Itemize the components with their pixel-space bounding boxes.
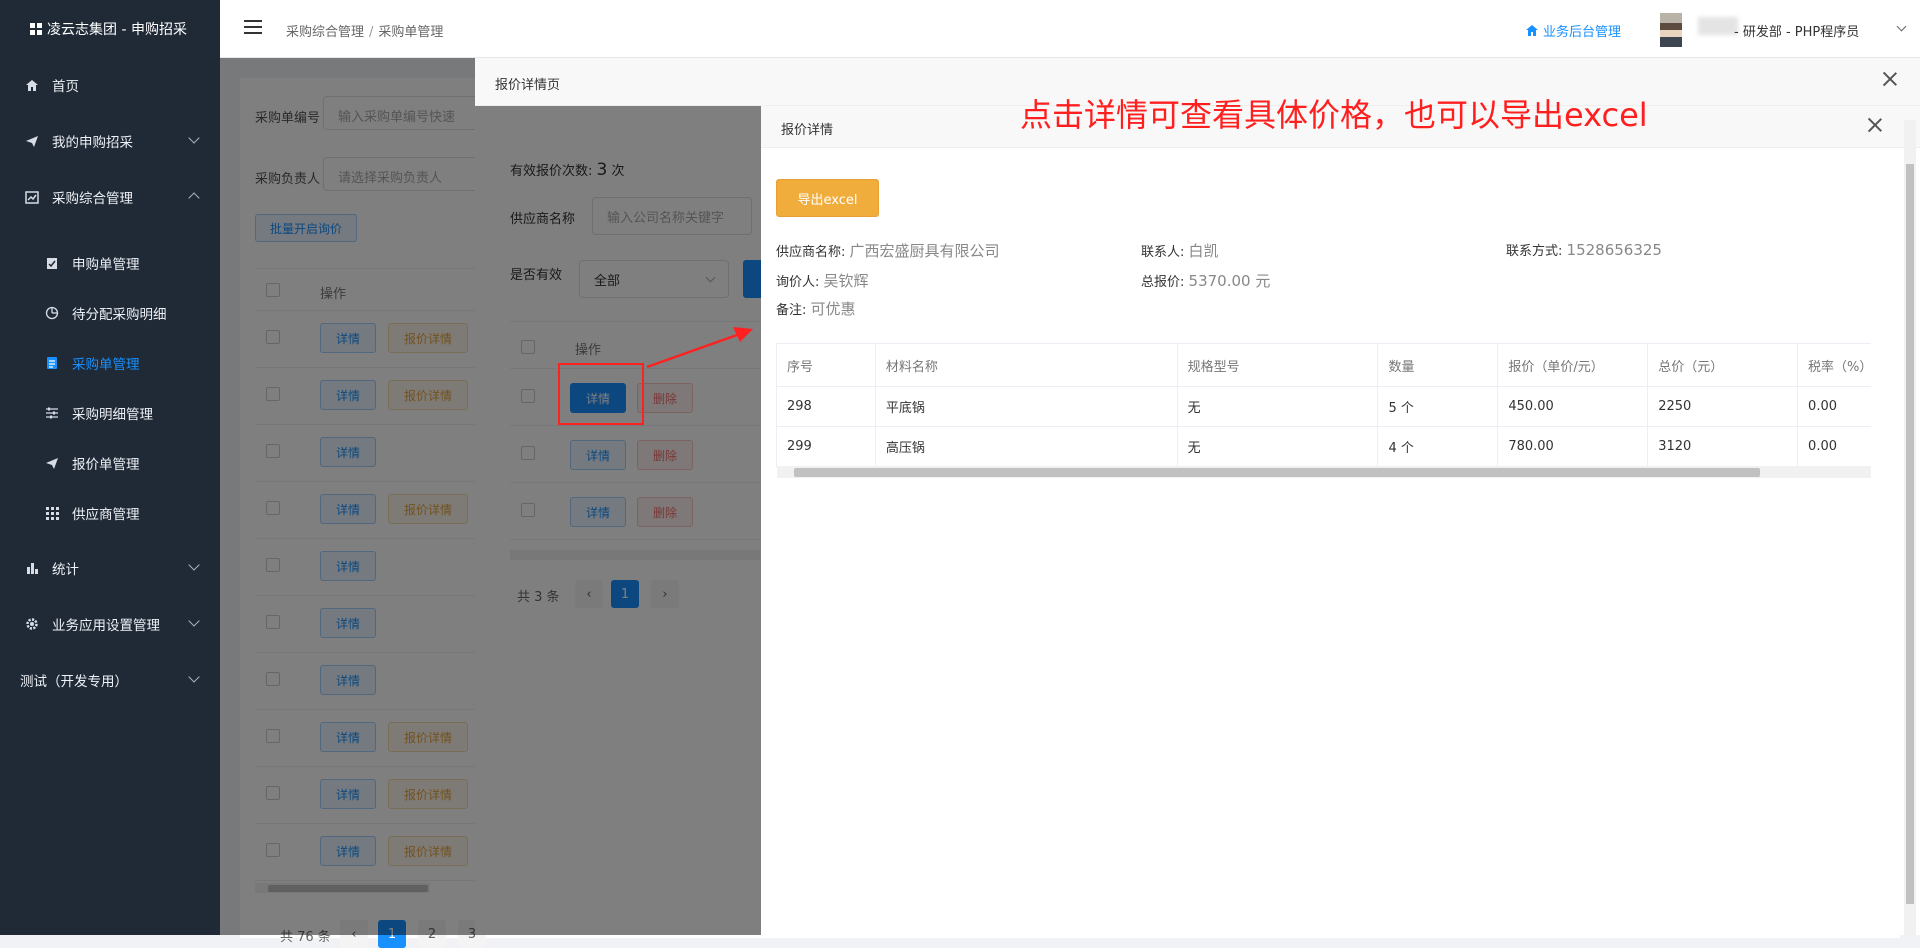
col-header: 总价（元） xyxy=(1648,344,1799,386)
sidebar-item-my-purchase[interactable]: 我的申购招采 xyxy=(0,121,220,161)
col-header: 税率（%） xyxy=(1808,359,1871,375)
vertical-scroll-thumb xyxy=(1906,164,1914,904)
grid-icon xyxy=(44,505,60,521)
chart-icon xyxy=(24,189,40,205)
breadcrumb-item: 采购单管理 xyxy=(378,25,444,40)
col-header: 报价（单价/元） xyxy=(1498,344,1649,386)
horizontal-scroll-thumb[interactable] xyxy=(794,468,1760,477)
close-icon[interactable] xyxy=(1868,118,1882,132)
breadcrumb-item[interactable]: 采购综合管理 xyxy=(286,25,364,40)
chevron-down-icon[interactable] xyxy=(1896,21,1907,32)
document-icon xyxy=(44,355,60,371)
quote-items-table: 序号 材料名称 规格型号 数量 报价（单价/元） 总价（元） 税率（%） 298… xyxy=(776,343,1871,467)
inquirer-field: 询价人: 吴钦辉 xyxy=(776,272,869,290)
total-price-field: 总报价: 5370.00 元 xyxy=(1141,272,1271,290)
home-icon xyxy=(24,77,40,93)
annotation-text: 点击详情可查看具体价格，也可以导出excel xyxy=(1020,96,1648,134)
sidebar-item-quote[interactable]: 报价单管理 xyxy=(0,443,220,483)
sidebar-item-stats[interactable]: 统计 xyxy=(0,548,220,588)
close-icon[interactable] xyxy=(1883,72,1897,86)
username-blurred xyxy=(1698,17,1738,35)
quote-detail-dialog: 报价详情 导出excel 供应商名称: 广西宏盛厨具有限公司 联系人: 白凯 联… xyxy=(761,106,1920,935)
col-header: 序号 xyxy=(777,344,876,386)
chevron-down-icon xyxy=(188,132,200,144)
supplier-name-field: 供应商名称: 广西宏盛厨具有限公司 xyxy=(776,242,1000,260)
dialog-title: 报价详情 xyxy=(781,123,834,138)
chevron-down-icon xyxy=(188,559,200,571)
phone-field: 联系方式: 1528656325 xyxy=(1506,241,1662,259)
chevron-down-icon xyxy=(188,671,200,683)
sidebar: 凌云志集团 - 申购招采 首页 我的申购招采 采购综合管理 申购单管理 待分配采… xyxy=(0,0,220,935)
annotation-highlight-box xyxy=(558,363,644,425)
table-row: 299 高压锅 无 4 个 780.00 3120 0.00 xyxy=(777,427,1871,467)
sidebar-item-requisition[interactable]: 申购单管理 xyxy=(0,243,220,283)
col-header: 规格型号 xyxy=(1178,344,1379,386)
biz-admin-link[interactable]: 业务后台管理 xyxy=(1526,21,1621,40)
sidebar-item-settings[interactable]: 业务应用设置管理 xyxy=(0,604,220,644)
pie-icon xyxy=(44,305,60,321)
clipboard-icon xyxy=(44,255,60,271)
brand[interactable]: 凌云志集团 - 申购招采 xyxy=(0,0,220,58)
sidebar-item-test[interactable]: 测试（开发专用） xyxy=(0,660,220,700)
sidebar-item-purchase-mgmt[interactable]: 采购综合管理 xyxy=(0,177,220,217)
col-header: 材料名称 xyxy=(876,344,1178,386)
send-icon xyxy=(24,133,40,149)
sidebar-item-purchase-detail[interactable]: 采购明细管理 xyxy=(0,393,220,433)
sliders-icon xyxy=(44,405,60,421)
sidebar-item-supplier[interactable]: 供应商管理 xyxy=(0,493,220,533)
menu-toggle-icon[interactable] xyxy=(244,20,262,36)
sidebar-item-pending-detail[interactable]: 待分配采购明细 xyxy=(0,293,220,333)
send-icon xyxy=(44,455,60,471)
gear-icon xyxy=(24,616,40,632)
sidebar-item-home[interactable]: 首页 xyxy=(0,65,220,105)
sidebar-item-purchase-order[interactable]: 采购单管理 xyxy=(0,343,220,383)
breadcrumb: 采购综合管理 / 采购单管理 xyxy=(286,25,444,40)
home-icon xyxy=(1526,25,1538,36)
chevron-down-icon xyxy=(188,615,200,627)
annotation-arrow-icon xyxy=(646,327,753,369)
avatar[interactable] xyxy=(1660,13,1682,47)
table-header-row: 序号 材料名称 规格型号 数量 报价（单价/元） 总价（元） 税率（%） xyxy=(777,344,1871,387)
top-bar: 采购综合管理 / 采购单管理 业务后台管理 - 研发部 - PHP程序员 xyxy=(220,0,1920,58)
contact-field: 联系人: 白凯 xyxy=(1141,242,1219,260)
chevron-up-icon xyxy=(188,192,200,204)
user-info[interactable]: - 研发部 - PHP程序员 xyxy=(1734,21,1859,40)
remark-field: 备注: 可优惠 xyxy=(776,300,856,318)
dialog-title: 报价详情页 xyxy=(495,78,561,93)
export-excel-button[interactable]: 导出excel xyxy=(776,179,879,217)
bar-chart-icon xyxy=(24,560,40,576)
logo-icon xyxy=(30,23,42,35)
table-row: 298 平底锅 无 5 个 450.00 2250 0.00 xyxy=(777,387,1871,427)
brand-title: 凌云志集团 - 申购招采 xyxy=(47,22,187,38)
vertical-scrollbar[interactable] xyxy=(1904,120,1916,935)
col-header: 数量 xyxy=(1378,344,1499,386)
